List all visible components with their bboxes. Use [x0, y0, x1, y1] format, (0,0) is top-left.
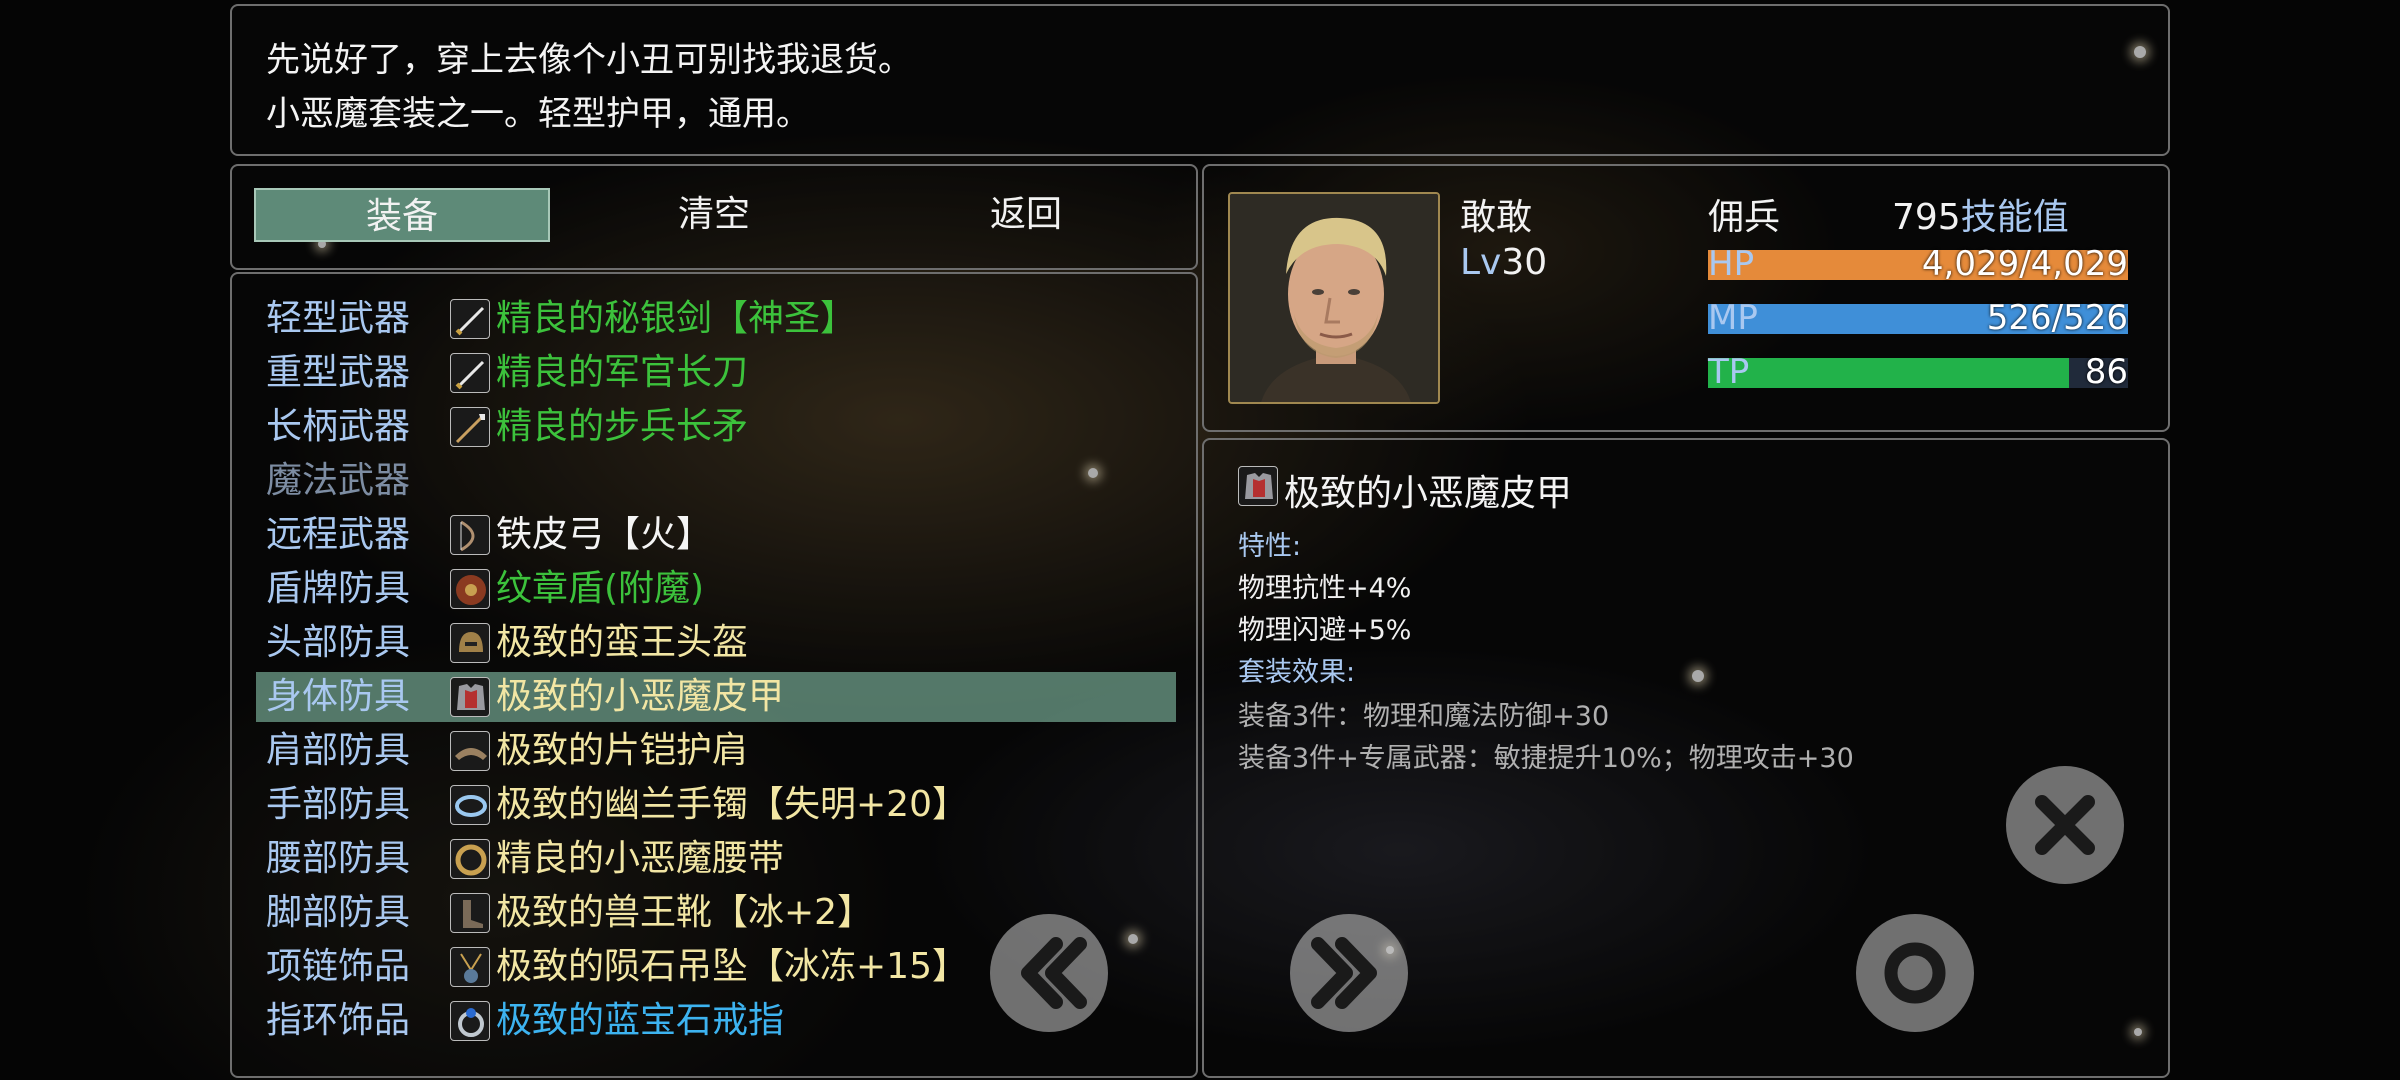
- skill-points-value: 795: [1892, 197, 1961, 238]
- slot-label: 身体防具: [266, 676, 411, 717]
- next-button[interactable]: [1290, 914, 1408, 1032]
- equipment-slot-row[interactable]: 盾牌防具 纹章盾(附魔): [256, 564, 1176, 614]
- character-name: 敢敢: [1460, 197, 1533, 238]
- equipment-slot-row[interactable]: 轻型武器 精良的秘银剑【神圣】: [256, 294, 1176, 344]
- sword-icon: [450, 299, 490, 339]
- trait-line-1: 物理抗性+4%: [1238, 573, 1412, 604]
- slot-item-name: 极致的幽兰手镯【失明+20】: [496, 784, 968, 825]
- character-portrait: [1228, 192, 1440, 404]
- set-effect-line-2: 装备3件+专属武器：敏捷提升10%；物理攻击+30: [1238, 743, 1854, 774]
- slot-item-name: 精良的小恶魔腰带: [496, 838, 785, 879]
- tp-bar: TP 86: [1708, 352, 2128, 392]
- hp-value: 4,029/4,029: [1921, 244, 2128, 284]
- equipment-slot-row[interactable]: 长柄武器 精良的步兵长矛: [256, 402, 1176, 452]
- character-class: 佣兵: [1708, 197, 1781, 238]
- equip-button[interactable]: 装备: [254, 188, 550, 242]
- slot-item-name: 极致的兽王靴【冰+2】: [496, 892, 874, 933]
- close-icon: [2035, 795, 2095, 855]
- slot-item-name: 纹章盾(附魔): [496, 568, 705, 609]
- equipment-slot-row[interactable]: 手部防具 极致的幽兰手镯【失明+20】: [256, 780, 1176, 830]
- slot-label: 重型武器: [266, 352, 411, 393]
- tp-bar-fill: [1708, 358, 2070, 388]
- armor-icon: [450, 677, 490, 717]
- slot-label: 项链饰品: [266, 946, 411, 987]
- level-value: 30: [1501, 242, 1548, 283]
- slot-item-name: 精良的军官长刀: [496, 352, 749, 393]
- skill-points: 795技能值: [1892, 188, 2069, 240]
- slot-item-name: 极致的蛮王头盔: [496, 622, 749, 663]
- detail-item-title: 极致的小恶魔皮甲: [1284, 473, 1573, 514]
- description-line-1: 先说好了，穿上去像个小丑可别找我退货。: [266, 40, 912, 80]
- double-chevron-right-icon: [1311, 937, 1377, 1009]
- back-button[interactable]: 返回: [878, 188, 1174, 242]
- character-level: Lv30: [1460, 242, 1547, 283]
- traits-header: 特性:: [1238, 531, 1302, 562]
- helmet-icon: [450, 623, 490, 663]
- trait-line-2: 物理闪避+5%: [1238, 615, 1412, 646]
- description-line-2: 小恶魔套装之一。轻型护甲，通用。: [266, 94, 810, 134]
- tp-label: TP: [1708, 352, 1750, 392]
- pendant-icon: [450, 947, 490, 987]
- equipment-slot-row[interactable]: 肩部防具 极致的片铠护肩: [256, 726, 1176, 776]
- mp-value: 526/526: [1986, 298, 2128, 338]
- pauldron-icon: [450, 731, 490, 771]
- slot-label: 脚部防具: [266, 892, 411, 933]
- cancel-button[interactable]: [2006, 766, 2124, 884]
- slot-item-name: 精良的秘银剑【神圣】: [496, 298, 857, 339]
- tp-value: 86: [2084, 352, 2128, 392]
- item-description-panel: 先说好了，穿上去像个小丑可别找我退货。 小恶魔套装之一。轻型护甲，通用。: [230, 4, 2170, 156]
- slot-label: 手部防具: [266, 784, 411, 825]
- character-status-panel: 敢敢 Lv30 佣兵 795技能值 HP 4,029/4,029 MP 526/…: [1202, 164, 2170, 432]
- skill-points-label: 技能值: [1960, 197, 2069, 238]
- shield-icon: [450, 569, 490, 609]
- equipment-slot-row[interactable]: 头部防具 极致的蛮王头盔: [256, 618, 1176, 668]
- ring-icon: [450, 1001, 490, 1041]
- spear-icon: [450, 407, 490, 447]
- hp-bar: HP 4,029/4,029: [1708, 244, 2128, 284]
- boots-icon: [450, 893, 490, 933]
- slot-label: 头部防具: [266, 622, 411, 663]
- slot-label: 轻型武器: [266, 298, 411, 339]
- sword-icon: [450, 353, 490, 393]
- confirm-button[interactable]: [1856, 914, 1974, 1032]
- slot-label: 远程武器: [266, 514, 411, 555]
- circle-icon: [1884, 942, 1946, 1004]
- slot-item-name: 极致的片铠护肩: [496, 730, 749, 771]
- equipment-slot-row[interactable]: 身体防具 极致的小恶魔皮甲: [256, 672, 1176, 722]
- armor-icon: [1238, 466, 1278, 506]
- slot-item-name: 极致的小恶魔皮甲: [496, 676, 785, 717]
- slot-label: 盾牌防具: [266, 568, 411, 609]
- level-prefix: Lv: [1460, 242, 1502, 283]
- equipment-slot-row[interactable]: 腰部防具 精良的小恶魔腰带: [256, 834, 1176, 884]
- equipment-slot-row[interactable]: 远程武器 铁皮弓【火】: [256, 510, 1176, 560]
- set-effect-header: 套装效果:: [1238, 657, 1356, 688]
- bow-icon: [450, 515, 490, 555]
- belt-icon: [450, 839, 490, 879]
- command-panel: 装备 清空 返回: [230, 164, 1198, 270]
- hp-label: HP: [1708, 244, 1755, 284]
- slot-item-name: 极致的陨石吊坠【冰冻+15】: [496, 946, 968, 987]
- slot-item-name: 精良的步兵长矛: [496, 406, 749, 447]
- clear-button[interactable]: 清空: [566, 188, 862, 242]
- mp-bar: MP 526/526: [1708, 298, 2128, 338]
- slot-label: 腰部防具: [266, 838, 411, 879]
- bracelet-icon: [450, 785, 490, 825]
- slot-item-name: 铁皮弓【火】: [496, 514, 713, 555]
- mp-label: MP: [1708, 298, 1758, 338]
- slot-label: 长柄武器: [266, 406, 411, 447]
- slot-label: 指环饰品: [266, 1000, 411, 1041]
- double-chevron-left-icon: [1021, 937, 1087, 1009]
- slot-item-name: 极致的蓝宝石戒指: [496, 1000, 785, 1041]
- set-effect-line-1: 装备3件：物理和魔法防御+30: [1238, 701, 1610, 732]
- slot-label: 肩部防具: [266, 730, 411, 771]
- equipment-slot-row[interactable]: 魔法武器: [256, 456, 1176, 506]
- equipment-slot-row[interactable]: 重型武器 精良的军官长刀: [256, 348, 1176, 398]
- slot-label: 魔法武器: [266, 460, 411, 501]
- previous-button[interactable]: [990, 914, 1108, 1032]
